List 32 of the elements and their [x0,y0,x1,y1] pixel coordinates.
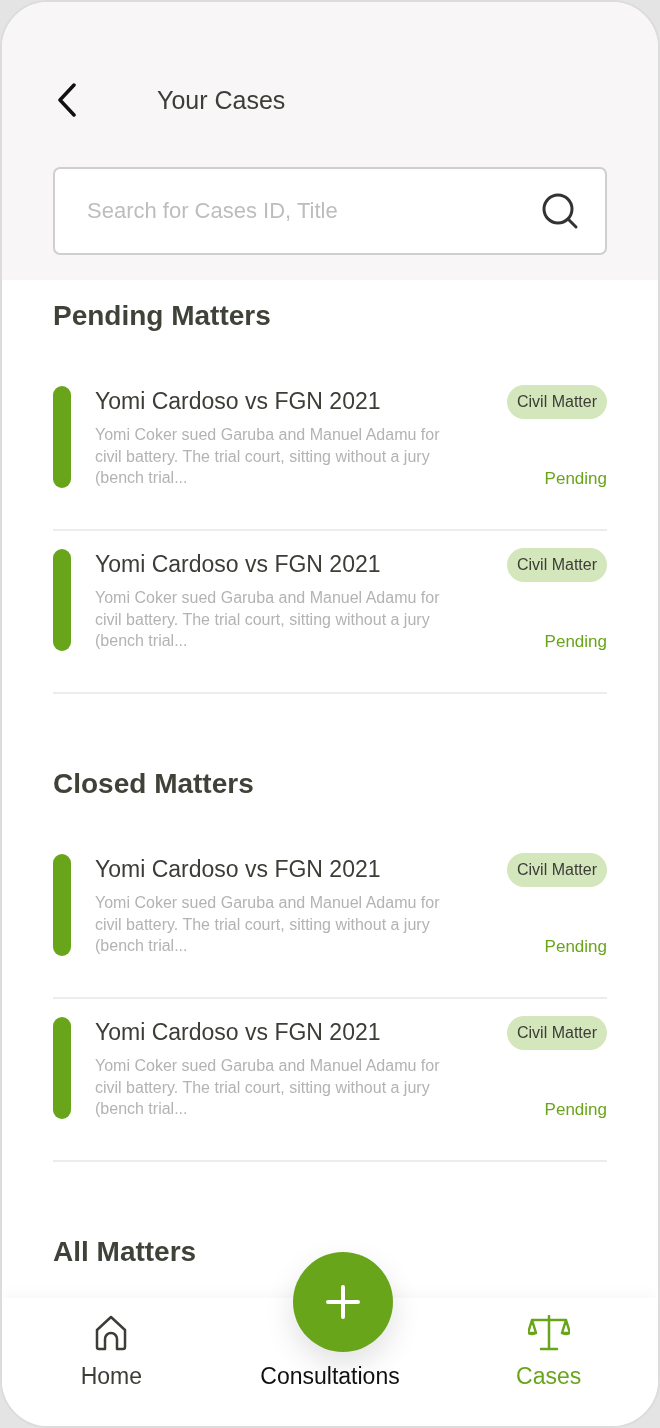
case-status: Pending [544,937,607,957]
section-title: All Matters [53,1235,198,1269]
case-tag: Civil Matter [507,385,607,419]
case-description: Yomi Coker sued Garuba and Manuel Adamu for civil battery. The trial court, sitting without a jury (bench trial... [95,425,441,488]
back-icon [57,83,77,117]
search-icon [541,192,579,230]
case-tag: Civil Matter [507,853,607,887]
scale-icon [527,1315,570,1351]
case-status: Pending [544,632,607,652]
case-title: Yomi Cardoso vs FGN 2021 [95,1018,382,1047]
case-status: Pending [544,1100,607,1120]
case-tag: Civil Matter [507,1016,607,1050]
plus-icon [326,1285,360,1319]
section-title: Closed Matters [53,767,255,801]
case-title: Yomi Cardoso vs FGN 2021 [95,550,382,579]
nav-tab[interactable]: Consultations [220,1363,440,1390]
case-card[interactable]: Yomi Cardoso vs FGN 2021 Yomi Coker sued Garuba and Manuel Adamu for civil battery. The trial court, sitting without a jury (bench trial... Civil Matter Pending [53,368,607,531]
nav-tab[interactable]: Home [2,1315,221,1390]
case-card[interactable]: Yomi Cardoso vs FGN 2021 Yomi Coker sued Garuba and Manuel Adamu for civil battery. The trial court, sitting without a jury (bench trial... Civil Matter Pending [53,531,607,694]
case-status: Pending [544,469,607,489]
home-icon [94,1315,129,1351]
case-title: Yomi Cardoso vs FGN 2021 [95,855,382,884]
case-card[interactable]: Yomi Cardoso vs FGN 2021 Yomi Coker sued Garuba and Manuel Adamu for civil battery. The trial court, sitting without a jury (bench trial... Civil Matter Pending [53,999,607,1162]
case-tag: Civil Matter [507,548,607,582]
case-title: Yomi Cardoso vs FGN 2021 [95,387,382,416]
case-description: Yomi Coker sued Garuba and Manuel Adamu for civil battery. The trial court, sitting without a jury (bench trial... [95,588,441,651]
case-description: Yomi Coker sued Garuba and Manuel Adamu for civil battery. The trial court, sitting without a jury (bench trial... [95,893,441,956]
page-title: Your Cases [157,85,286,115]
case-description: Yomi Coker sued Garuba and Manuel Adamu for civil battery. The trial court, sitting without a jury (bench trial... [95,1056,441,1119]
search-field[interactable]: Search for Cases ID, Title [53,167,607,255]
case-card[interactable]: Yomi Cardoso vs FGN 2021 Yomi Coker sued Garuba and Manuel Adamu for civil battery. The trial court, sitting without a jury (bench trial... Civil Matter Pending [53,836,607,999]
section-title: Pending Matters [53,299,272,333]
